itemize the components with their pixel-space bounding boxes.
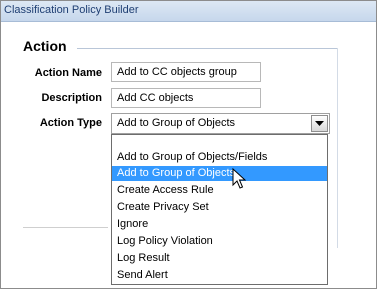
dropdown-option[interactable]: Log Result xyxy=(112,251,327,266)
dropdown-option[interactable]: Create Access Rule xyxy=(112,183,327,198)
dropdown-toggle-button[interactable] xyxy=(311,115,328,132)
dropdown-option[interactable]: Ignore xyxy=(112,217,327,232)
form-divider xyxy=(23,227,108,228)
action-name-label: Action Name xyxy=(34,67,102,79)
chevron-down-icon xyxy=(315,121,324,126)
section-divider xyxy=(77,48,337,49)
action-type-dropdown: Add to Group of Objects/Fields Add to Gr… xyxy=(111,134,328,285)
action-type-label: Action Type xyxy=(39,117,102,129)
dropdown-option-selected[interactable]: Add to Group of Objects xyxy=(112,166,327,181)
window-title: Classification Policy Builder xyxy=(4,4,139,16)
action-type-select[interactable]: Add to Group of Objects xyxy=(111,113,330,134)
section-border xyxy=(337,48,338,248)
description-input[interactable]: Add CC objects xyxy=(111,88,261,108)
dropdown-option[interactable]: Log Policy Violation xyxy=(112,234,327,249)
policy-builder-window: Classification Policy Builder Action Act… xyxy=(0,0,377,289)
dropdown-option[interactable]: Add to Group of Objects/Fields xyxy=(112,150,327,165)
dropdown-option[interactable]: Send Alert xyxy=(112,268,327,283)
section-title: Action xyxy=(23,38,67,54)
action-type-value: Add to Group of Objects xyxy=(117,117,236,129)
action-name-input[interactable]: Add to CC objects group xyxy=(111,62,261,82)
mouse-pointer-icon xyxy=(232,168,246,189)
title-bar: Classification Policy Builder xyxy=(1,1,376,22)
description-label: Description xyxy=(41,92,102,104)
dropdown-option[interactable]: Create Privacy Set xyxy=(112,200,327,215)
